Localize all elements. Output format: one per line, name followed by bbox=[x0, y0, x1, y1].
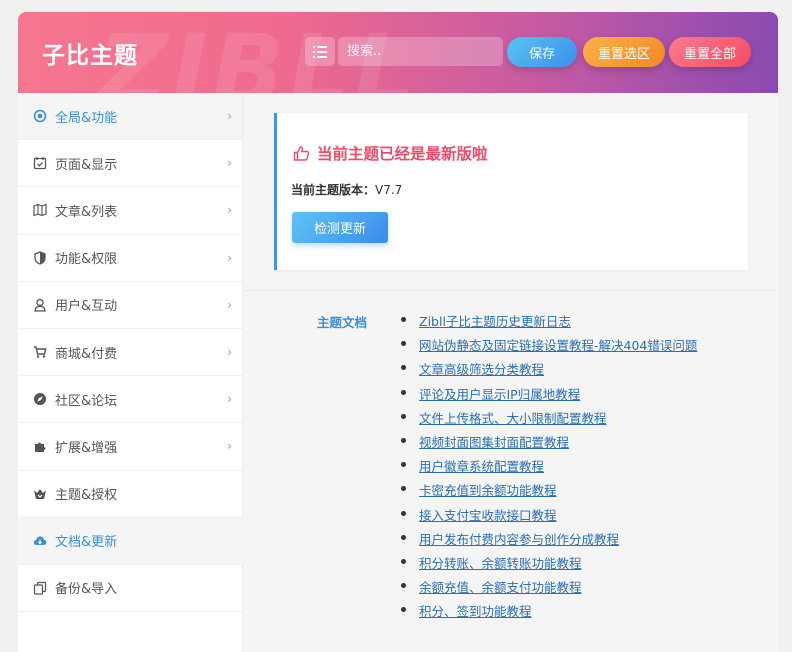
sidebar-item-label: 用户&互动 bbox=[55, 299, 118, 315]
compass-icon bbox=[33, 392, 47, 406]
list-item: 评论及用户显示IP归属地教程 bbox=[399, 384, 697, 408]
list-icon bbox=[313, 45, 327, 58]
doc-link[interactable]: 积分、签到功能教程 bbox=[419, 604, 532, 619]
doc-link[interactable]: 余额充值、余额支付功能教程 bbox=[419, 580, 582, 595]
sidebar-item-label: 备份&导入 bbox=[55, 582, 118, 598]
version-info: 当前主题版本：V7.7 bbox=[291, 181, 402, 198]
doc-link[interactable]: 接入支付宝收款接口教程 bbox=[419, 508, 557, 523]
sidebar-item-forum[interactable]: 社区&论坛 › bbox=[18, 376, 242, 424]
reset-section-button[interactable]: 重置选区 bbox=[583, 37, 665, 67]
user-icon bbox=[33, 298, 47, 312]
reset-all-button[interactable]: 重置全部 bbox=[669, 37, 751, 67]
sidebar-item-label: 页面&显示 bbox=[55, 157, 118, 173]
sidebar-item-docs[interactable]: 文档&更新 bbox=[18, 517, 243, 565]
check-update-button[interactable]: 检测更新 bbox=[292, 212, 388, 243]
brand-title: 子比主题 bbox=[42, 43, 138, 69]
version-value: V7.7 bbox=[375, 183, 403, 197]
list-item: 积分、签到功能教程 bbox=[399, 601, 697, 625]
sidebar-item-label: 文章&列表 bbox=[55, 204, 118, 220]
target-icon bbox=[33, 109, 47, 123]
sidebar-item-label: 扩展&增强 bbox=[55, 440, 118, 456]
chevron-right-icon: › bbox=[227, 392, 232, 407]
doc-link[interactable]: 文章高级筛选分类教程 bbox=[419, 362, 544, 377]
list-item: 用户发布付费内容参与创作分成教程 bbox=[399, 529, 697, 553]
thumbs-up-icon bbox=[293, 145, 310, 161]
sidebar-item-label: 商城&付费 bbox=[55, 346, 118, 362]
chevron-right-icon: › bbox=[227, 250, 232, 265]
update-title-text: 当前主题已经是最新版啦 bbox=[317, 145, 488, 163]
chevron-right-icon: › bbox=[227, 203, 232, 218]
doc-link[interactable]: 网站伪静态及固定链接设置教程-解决404错误问题 bbox=[419, 338, 697, 353]
chevron-right-icon: › bbox=[227, 109, 232, 124]
sidebar-item-backup[interactable]: 备份&导入 bbox=[18, 565, 242, 613]
app-frame: ZIBLL 子比主题 保存 重置选区 重置全部 全局&功能 › bbox=[18, 12, 778, 652]
list-item: 余额充值、余额支付功能教程 bbox=[399, 577, 697, 601]
main-content: 当前主题已经是最新版啦 当前主题版本：V7.7 检测更新 主题文档 Zibll子… bbox=[244, 93, 778, 652]
menu-toggle-button[interactable] bbox=[305, 37, 335, 66]
doc-link[interactable]: 文件上传格式、大小限制配置教程 bbox=[419, 411, 607, 426]
sidebar-item-permission[interactable]: 功能&权限 › bbox=[18, 235, 242, 282]
save-button[interactable]: 保存 bbox=[507, 37, 577, 67]
list-item: 文件上传格式、大小限制配置教程 bbox=[399, 408, 697, 432]
doc-link[interactable]: 积分转账、余额转账功能教程 bbox=[419, 556, 582, 571]
list-item: 接入支付宝收款接口教程 bbox=[399, 505, 697, 529]
version-label: 当前主题版本： bbox=[291, 183, 376, 197]
chevron-right-icon: › bbox=[227, 156, 232, 171]
sidebar-item-shop[interactable]: 商城&付费 › bbox=[18, 329, 242, 377]
sidebar-item-label: 社区&论坛 bbox=[55, 393, 118, 409]
header: ZIBLL 子比主题 保存 重置选区 重置全部 bbox=[18, 12, 778, 93]
sidebar-item-license[interactable]: 主题&授权 bbox=[18, 471, 242, 518]
list-item: 积分转账、余额转账功能教程 bbox=[399, 553, 697, 577]
docs-section-label: 主题文档 bbox=[317, 315, 368, 330]
sidebar-item-user[interactable]: 用户&互动 › bbox=[18, 282, 242, 329]
doc-link[interactable]: Zibll子比主题历史更新日志 bbox=[419, 314, 571, 329]
puzzle-icon bbox=[33, 439, 47, 453]
list-item: 用户徽章系统配置教程 bbox=[399, 456, 697, 480]
chevron-right-icon: › bbox=[227, 345, 232, 360]
section-divider bbox=[244, 290, 778, 291]
sidebar-item-label: 主题&授权 bbox=[55, 488, 118, 504]
doc-link[interactable]: 用户徽章系统配置教程 bbox=[419, 459, 544, 474]
sidebar-item-label: 全局&功能 bbox=[55, 110, 118, 126]
list-item: Zibll子比主题历史更新日志 bbox=[399, 311, 697, 335]
calendar-check-icon bbox=[33, 156, 47, 170]
doc-link[interactable]: 用户发布付费内容参与创作分成教程 bbox=[419, 532, 619, 547]
list-item: 视频封面图集封面配置教程 bbox=[399, 432, 697, 456]
sidebar-item-label: 文档&更新 bbox=[55, 535, 118, 551]
sidebar-item-extension[interactable]: 扩展&增强 › bbox=[18, 423, 242, 471]
docs-link-list: Zibll子比主题历史更新日志 网站伪静态及固定链接设置教程-解决404错误问题… bbox=[399, 311, 697, 625]
copy-icon bbox=[33, 581, 47, 595]
logo-icon bbox=[33, 487, 47, 501]
list-item: 网站伪静态及固定链接设置教程-解决404错误问题 bbox=[399, 335, 697, 359]
list-item: 文章高级筛选分类教程 bbox=[399, 359, 697, 383]
chevron-right-icon: › bbox=[227, 439, 232, 454]
cart-icon bbox=[33, 345, 47, 359]
sidebar: 全局&功能 › 页面&显示 › 文章&列表 › 功能&权限 › 用户&互动 › … bbox=[18, 93, 243, 652]
sidebar-item-global[interactable]: 全局&功能 › bbox=[18, 93, 242, 141]
sidebar-item-page[interactable]: 页面&显示 › bbox=[18, 140, 242, 188]
chevron-right-icon: › bbox=[227, 297, 232, 312]
cloud-download-icon bbox=[33, 534, 47, 548]
doc-link[interactable]: 评论及用户显示IP归属地教程 bbox=[419, 387, 580, 402]
sidebar-item-article[interactable]: 文章&列表 › bbox=[18, 187, 242, 235]
search-input[interactable] bbox=[338, 37, 503, 66]
doc-link[interactable]: 卡密充值到余额功能教程 bbox=[419, 483, 557, 498]
map-icon bbox=[33, 203, 47, 217]
doc-link[interactable]: 视频封面图集封面配置教程 bbox=[419, 435, 569, 450]
update-card: 当前主题已经是最新版啦 当前主题版本：V7.7 检测更新 bbox=[274, 113, 748, 270]
update-status-title: 当前主题已经是最新版啦 bbox=[293, 142, 488, 164]
list-item: 卡密充值到余额功能教程 bbox=[399, 480, 697, 504]
shield-icon bbox=[33, 250, 47, 265]
sidebar-item-label: 功能&权限 bbox=[55, 252, 118, 268]
